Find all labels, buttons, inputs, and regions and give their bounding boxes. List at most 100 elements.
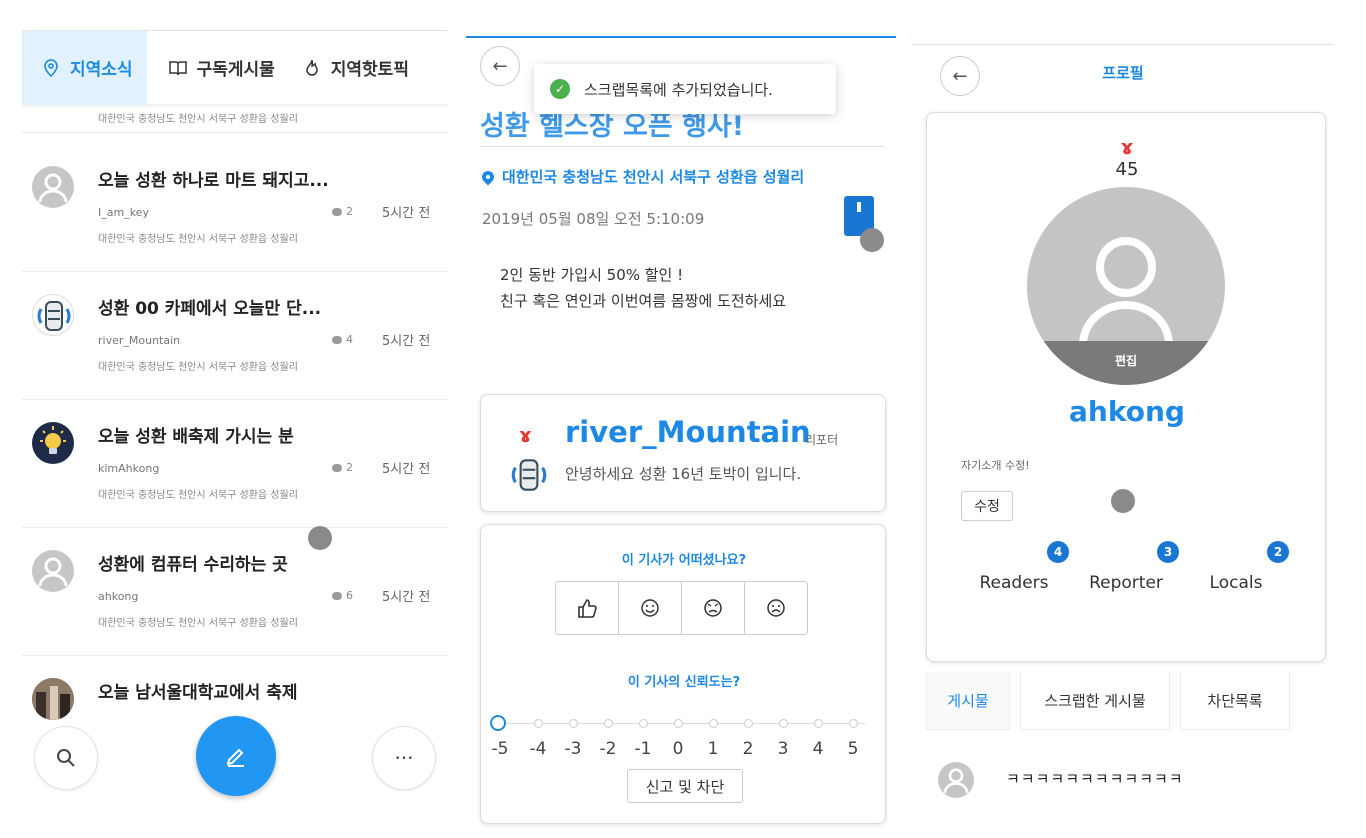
trust-slider-thumb[interactable] bbox=[490, 715, 506, 731]
level-badge-icon: ɤ bbox=[519, 423, 532, 447]
thumbs-up-icon bbox=[578, 599, 597, 618]
edit-intro-button[interactable]: 수정 bbox=[961, 491, 1013, 521]
count-badge: 2 bbox=[1267, 541, 1289, 563]
pencil-icon bbox=[226, 748, 244, 767]
stat-readers[interactable]: 4 Readers bbox=[959, 541, 1069, 601]
profile-card: ɤ 45 편집 ahkong 자기소개 수정! 수정 4 Readers 3 R… bbox=[926, 112, 1326, 662]
trust-scale-label: -1 bbox=[634, 739, 652, 759]
angry-button[interactable] bbox=[681, 581, 745, 635]
feed-list-item[interactable]: 오늘 성환 배축제 가시는 분 kimAhkong 2 5시간 전 대한민국 충… bbox=[22, 406, 448, 528]
smile-icon bbox=[641, 599, 659, 617]
trust-tick[interactable] bbox=[709, 719, 718, 728]
reporter-card[interactable]: ɤ river_Mountain 리포터 안녕하세요 성환 16년 토박이 입니… bbox=[480, 394, 886, 512]
trust-tick[interactable] bbox=[569, 719, 578, 728]
rating-card: 이 기사가 어떠셨나요? 이 기사의 신뢰도는? -5 -4 -3 -2 -1 … bbox=[480, 524, 886, 824]
post-author: kimAhkong bbox=[98, 462, 160, 475]
comment-count: 2 bbox=[332, 205, 353, 218]
feed-list-item[interactable]: 성환에 컴퓨터 수리하는 곳 ahkong 6 5시간 전 대한민국 충청남도 … bbox=[22, 534, 448, 656]
intro-label: 자기소개 수정! bbox=[961, 459, 1030, 472]
comment-count: 4 bbox=[332, 333, 353, 346]
search-icon bbox=[57, 749, 75, 767]
stat-reporter[interactable]: 3 Reporter bbox=[1071, 541, 1181, 601]
touch-indicator bbox=[860, 228, 884, 252]
divider bbox=[480, 146, 884, 147]
feed-list-item[interactable]: 성환 00 카페에서 오늘만 단... river_Mountain 4 5시간… bbox=[22, 278, 448, 400]
location-pin-icon bbox=[479, 168, 497, 185]
reporter-intro: 안녕하세요 성환 16년 토박이 입니다. bbox=[565, 465, 802, 483]
edit-photo-button[interactable]: 편집 bbox=[1027, 341, 1225, 385]
trust-scale-label: -5 bbox=[491, 739, 509, 759]
comment-icon bbox=[332, 207, 342, 216]
post-location: 대한민국 충청남도 천안시 서북구 성환읍 성월리 bbox=[98, 490, 298, 501]
report-block-button[interactable]: 신고 및 차단 bbox=[627, 769, 743, 803]
post-title[interactable]: ㅋㅋㅋㅋㅋㅋㅋㅋㅋㅋㅋㅋ bbox=[1006, 768, 1184, 789]
tab-local-hot-topics[interactable]: 지역핫토픽 bbox=[289, 31, 423, 105]
profile-tab-bar: 게시물 스크랩한 게시물 차단목록 bbox=[926, 672, 1316, 730]
back-button[interactable]: ← bbox=[480, 46, 520, 86]
feed-tab-bar: 지역소식 구독게시물 지역핫토픽 bbox=[22, 30, 448, 105]
page-title: 프로필 bbox=[1102, 64, 1144, 82]
divider bbox=[22, 132, 448, 133]
post-location: 대한민국 충청남도 천안시 서북구 성환읍 성월리 bbox=[98, 114, 298, 125]
trust-tick[interactable] bbox=[744, 719, 753, 728]
tab-label: 지역핫토픽 bbox=[330, 60, 409, 80]
toast-message: 스크랩목록에 추가되었습니다. bbox=[584, 80, 773, 99]
feed-list-item[interactable]: 오늘 성환 하나로 마트 돼지고... I_am_key 2 5시간 전 대한민… bbox=[22, 150, 448, 272]
location-pin-icon bbox=[42, 58, 60, 77]
post-location: 대한민국 충청남도 천안시 서북구 성환읍 성월리 bbox=[98, 234, 298, 245]
stat-label: Readers bbox=[979, 573, 1049, 593]
sad-button[interactable] bbox=[744, 581, 808, 635]
search-button[interactable] bbox=[34, 726, 98, 790]
thumbs-up-button[interactable] bbox=[555, 581, 619, 635]
post-title: 오늘 남서울대학교에서 축제 bbox=[98, 683, 298, 703]
trust-tick[interactable] bbox=[814, 719, 823, 728]
article-body: 2인 동반 가입시 50% 할인 ! 친구 혹은 연인과 이번여름 몸짱에 도전… bbox=[500, 262, 786, 314]
post-author: ahkong bbox=[98, 590, 139, 603]
tab-label: 지역소식 bbox=[70, 60, 133, 80]
tab-posts[interactable]: 게시물 bbox=[926, 672, 1010, 730]
trust-tick[interactable] bbox=[639, 719, 648, 728]
trust-tick[interactable] bbox=[674, 719, 683, 728]
trust-tick[interactable] bbox=[779, 719, 788, 728]
article-panel: ← 성환 헬스장 오픈 행사! ✓ 스크랩목록에 추가되었습니다. 대한민국 충… bbox=[466, 0, 896, 838]
trust-slider-track[interactable] bbox=[505, 723, 865, 724]
tab-local-news[interactable]: 지역소식 bbox=[22, 30, 147, 105]
profile-avatar[interactable]: 편집 bbox=[1027, 187, 1225, 385]
user-level: 45 bbox=[1115, 159, 1139, 180]
post-time: 5시간 전 bbox=[382, 334, 431, 349]
count-badge: 3 bbox=[1157, 541, 1179, 563]
scrap-toast: ✓ 스크랩목록에 추가되었습니다. bbox=[534, 64, 836, 114]
trust-scale-label: 1 bbox=[707, 739, 719, 759]
reaction-buttons bbox=[555, 581, 808, 635]
trust-tick[interactable] bbox=[849, 719, 858, 728]
reporter-avatar bbox=[507, 453, 551, 497]
comment-icon bbox=[332, 591, 342, 600]
comment-count: 2 bbox=[332, 461, 353, 474]
write-post-button[interactable] bbox=[196, 716, 276, 796]
tab-scrapped-posts[interactable]: 스크랩한 게시물 bbox=[1020, 672, 1170, 730]
photo-avatar bbox=[32, 678, 74, 720]
tab-subscribed-posts[interactable]: 구독게시물 bbox=[155, 31, 289, 105]
trust-tick[interactable] bbox=[604, 719, 613, 728]
more-button[interactable]: ··· bbox=[372, 726, 436, 790]
stat-label: Locals bbox=[1209, 573, 1263, 593]
character-avatar bbox=[32, 294, 74, 336]
sad-icon bbox=[767, 599, 785, 617]
username: ahkong bbox=[1069, 395, 1185, 428]
body-line: 2인 동반 가입시 50% 할인 ! bbox=[500, 266, 684, 284]
lightbulb-avatar bbox=[32, 422, 74, 464]
post-author: river_Mountain bbox=[98, 334, 181, 347]
reporter-role: 리포터 bbox=[805, 433, 839, 447]
comment-icon bbox=[332, 335, 342, 344]
feed-panel: 지역소식 구독게시물 지역핫토픽 대한민국 충청남도 천안시 서북구 성환읍 성… bbox=[22, 0, 448, 838]
tab-block-list[interactable]: 차단목록 bbox=[1180, 672, 1290, 730]
trust-tick[interactable] bbox=[534, 719, 543, 728]
comment-count: 6 bbox=[332, 589, 353, 602]
book-icon bbox=[168, 59, 187, 77]
comment-icon bbox=[332, 463, 342, 472]
stat-locals[interactable]: 2 Locals bbox=[1181, 541, 1291, 601]
default-user-avatar bbox=[32, 166, 74, 208]
smile-button[interactable] bbox=[618, 581, 682, 635]
trust-scale-label: -2 bbox=[599, 739, 617, 759]
trust-scale-label: 3 bbox=[777, 739, 789, 759]
